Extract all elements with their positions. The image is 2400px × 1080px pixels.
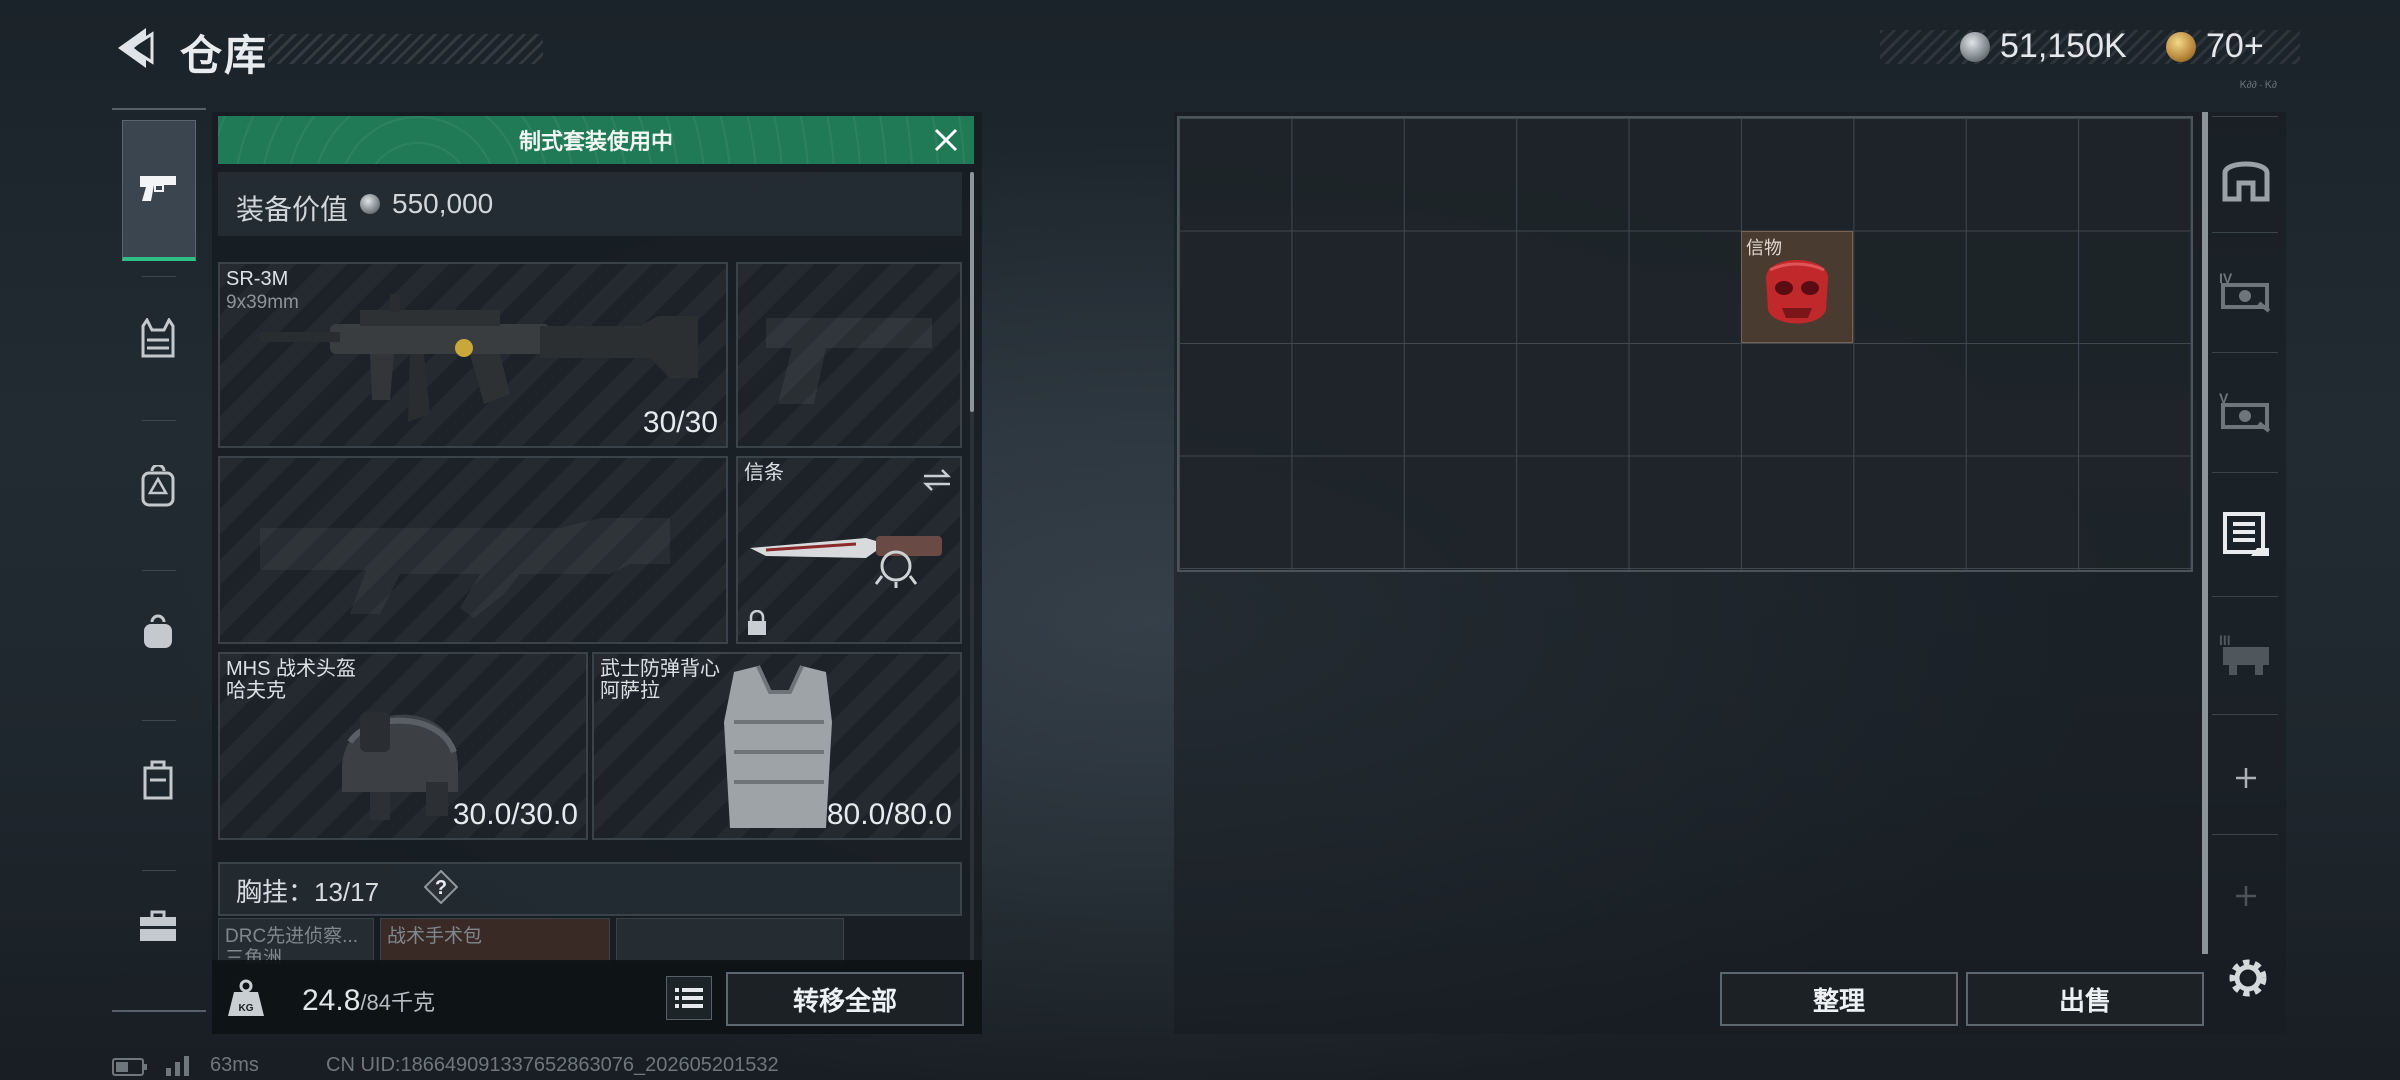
nav-item-case[interactable] xyxy=(122,710,194,850)
chest-slot-3[interactable] xyxy=(616,918,844,964)
storage-item-mask[interactable]: 信物 xyxy=(1741,231,1853,343)
currency-coins-value: 51,150K xyxy=(2000,27,2127,65)
armor-name: 武士防弹背心 阿萨拉 xyxy=(600,658,720,702)
gear-icon[interactable] xyxy=(2224,954,2272,1002)
red-mask-image xyxy=(1766,260,1828,324)
chest-rig-label: 胸挂： xyxy=(236,877,315,907)
toolbox-icon xyxy=(140,910,176,941)
secondary-weapon-slot[interactable] xyxy=(218,456,728,644)
list-view-button[interactable] xyxy=(666,976,712,1020)
rail-tab-documents[interactable] xyxy=(2218,506,2274,562)
nav-item-vest[interactable] xyxy=(122,268,194,408)
currency-premium-value: 70+ xyxy=(2206,27,2264,65)
title-decoration xyxy=(268,34,543,64)
chest-slot-2-name: 战术手术包 xyxy=(387,926,483,947)
weight-readout: 24.8/84千克 xyxy=(302,984,435,1018)
chest-slot-1[interactable]: DRC先进侦察... 三角洲 xyxy=(218,918,374,964)
vest-image xyxy=(724,665,832,828)
safe-box-icon xyxy=(2222,161,2270,202)
kit-in-use-banner: 制式套装使用中 xyxy=(218,116,974,164)
svg-text:KG: KG xyxy=(239,1003,254,1014)
case-icon xyxy=(143,760,173,800)
nav-item-bag[interactable] xyxy=(122,562,194,702)
equipment-value: 550,000 xyxy=(392,188,494,219)
premium-currency-icon xyxy=(2166,32,2196,62)
kit-banner-text: 制式套装使用中 xyxy=(518,129,673,154)
rifle-silhouette-icon xyxy=(260,518,670,618)
sell-button[interactable]: 出售 xyxy=(1966,972,2204,1026)
storage-tab-scrollbar[interactable] xyxy=(2202,112,2208,954)
helmet-image xyxy=(342,712,458,820)
ammo-count: 30/30 xyxy=(642,406,718,439)
armor-durability: 80.0/80.0 xyxy=(826,798,952,831)
help-icon-glyph: ? xyxy=(435,877,447,899)
rail-tab-safe-box[interactable] xyxy=(2218,150,2274,206)
knife-image xyxy=(750,536,942,588)
help-icon[interactable]: ? xyxy=(424,870,458,904)
nav-item-weapons[interactable] xyxy=(122,120,196,261)
weight-capacity: /84千克 xyxy=(360,990,435,1015)
page-title: 仓库 xyxy=(180,32,269,79)
pistol-silhouette-icon xyxy=(766,318,932,404)
melee-slot[interactable]: 信条 xyxy=(736,456,962,644)
close-icon[interactable] xyxy=(932,126,960,154)
armor-name-line1: 武士防弹背心 xyxy=(600,658,720,680)
backpack-icon xyxy=(141,465,175,507)
uid-readout: CN UID:18664909133765286307­6_2026052015… xyxy=(326,1054,779,1076)
armor-brand: 阿萨拉 xyxy=(600,680,660,702)
battery-icon xyxy=(112,1058,147,1076)
coin-icon xyxy=(360,194,380,214)
primary-weapon-slot[interactable]: SR-3M 9x39mm 30/30 xyxy=(218,262,728,448)
armor-slot[interactable]: 武士防弹背心 阿萨拉 80.0/80.0 xyxy=(592,652,962,840)
equipment-value-label: 装备价值 xyxy=(236,194,349,225)
helmet-durability: 30.0/30.0 xyxy=(452,798,578,831)
weight-icon: KG xyxy=(228,979,264,1016)
pistol-icon xyxy=(140,176,176,201)
category-nav xyxy=(112,108,206,1012)
rail-add-button[interactable] xyxy=(2218,750,2274,806)
ping-readout: 63ms xyxy=(210,1054,259,1076)
melee-label: 信条 xyxy=(744,462,784,484)
add-disabled-icon xyxy=(2236,886,2256,906)
vest-icon xyxy=(141,318,175,358)
sidearm-slot[interactable] xyxy=(736,262,962,448)
nav-item-toolbox[interactable] xyxy=(122,856,194,996)
add-icon xyxy=(2236,768,2256,788)
chest-rig-value: 13/17 xyxy=(314,877,380,907)
signal-icon xyxy=(166,1056,189,1076)
bag-icon xyxy=(144,614,172,648)
rail-tab-storage-3[interactable]: III xyxy=(2218,626,2274,682)
back-arrow-icon[interactable] xyxy=(112,26,156,70)
rail-tab-storage-5[interactable]: V xyxy=(2218,384,2274,440)
sort-button[interactable]: 整理 xyxy=(1720,972,1958,1026)
svg-text:III: III xyxy=(2219,632,2231,648)
document-icon xyxy=(2223,512,2269,556)
rail-tab-storage-4[interactable]: IV xyxy=(2218,264,2274,320)
loadout-scrollbar[interactable] xyxy=(970,172,974,412)
storage-tier-5-icon: V xyxy=(2219,390,2271,433)
weight-value: 24.8 xyxy=(302,984,361,1017)
helmet-slot[interactable]: MHS 战术头盔 哈夫克 30.0/30.0 xyxy=(218,652,588,840)
transfer-all-button[interactable]: 转移全部 xyxy=(726,972,964,1026)
storage-tier-4-icon: IV xyxy=(2219,270,2271,313)
lock-icon xyxy=(748,610,766,635)
chest-slot-2[interactable]: 战术手术包 xyxy=(380,918,610,964)
chest-rig-capacity: 胸挂：13/17 xyxy=(236,872,379,909)
list-icon xyxy=(675,988,703,1008)
nav-item-backpack[interactable] xyxy=(122,416,194,556)
storage-tier-3-icon: III xyxy=(2219,632,2269,675)
rail-add-button-disabled xyxy=(2218,868,2274,924)
swap-icon[interactable] xyxy=(922,468,952,492)
coin-icon xyxy=(1960,32,1990,62)
storage-grid[interactable] xyxy=(1177,116,2193,572)
rail-top-label: Ꮶ∂∂ ∙ Ꮶ∂ xyxy=(2240,80,2277,91)
